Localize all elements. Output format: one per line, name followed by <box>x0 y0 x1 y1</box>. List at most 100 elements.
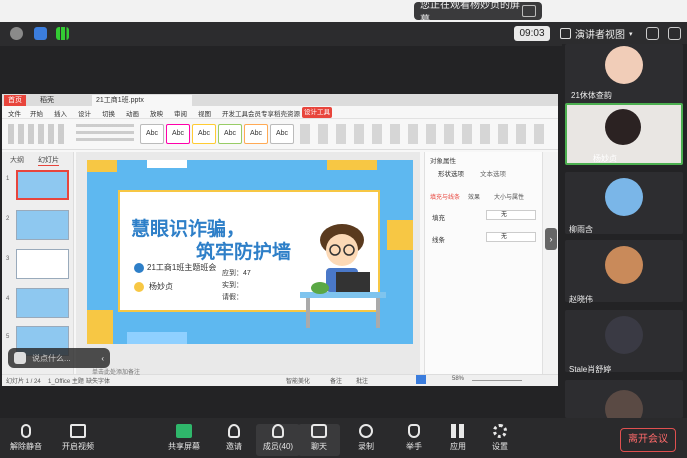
presenter-view-toggle[interactable]: 演讲者视图 ▾ <box>560 26 633 41</box>
wps-tab-bar <box>2 94 558 106</box>
settings-button[interactable]: 设置 <box>478 424 522 456</box>
tab-pptx-file[interactable]: 21工商1班.pptx <box>92 95 192 106</box>
props-line-select[interactable]: 无 <box>486 232 536 242</box>
ribbon-tab-file[interactable]: 文件 <box>8 108 21 118</box>
ribbon-tab-insert[interactable]: 插入 <box>54 108 67 118</box>
start-video-button[interactable]: 开启视频 <box>56 424 100 456</box>
info-icon[interactable] <box>10 27 23 40</box>
slide-thumbnail-1[interactable] <box>16 170 69 200</box>
zoom-slider[interactable] <box>472 380 522 381</box>
ribbon-tab-design-tools[interactable]: 设计工具 <box>302 107 332 118</box>
status-missing-font[interactable]: 缺失字体 <box>86 376 110 385</box>
record-icon <box>359 424 373 438</box>
status-add-note[interactable]: 单击此处添加备注 <box>92 367 140 376</box>
ribbon-tab-transition[interactable]: 切换 <box>102 108 115 118</box>
ribbon-tab-animation[interactable]: 动画 <box>126 108 139 118</box>
chat-placeholder: 说点什么... <box>32 353 71 363</box>
participant-tile[interactable]: 21休体查韵 <box>565 44 683 106</box>
chat-input-bar[interactable]: 说点什么... ‹ <box>8 348 110 368</box>
participant-tile[interactable]: Stale肖舒婷 <box>565 310 683 374</box>
slide-thumbnail-2[interactable] <box>16 210 69 240</box>
meeting-window: 您正在观看杨妙贞的屏幕 09:03 演讲者视图 ▾ 首页 稻壳 21工商1班.p… <box>0 0 687 458</box>
props-tab-text[interactable]: 文本选项 <box>480 168 506 178</box>
meeting-timer: 09:03 <box>514 26 550 41</box>
shape-style-6[interactable]: Abc <box>270 124 294 144</box>
window-icon[interactable] <box>668 27 681 40</box>
slide-thumbnail-3[interactable] <box>16 249 69 279</box>
collapse-panel-icon[interactable]: › <box>545 228 557 250</box>
status-smart-beautify[interactable]: 智能美化 <box>286 376 310 385</box>
participant-name: 杨妙贞 <box>593 154 617 163</box>
ribbon-tab-slideshow[interactable]: 放映 <box>150 108 163 118</box>
props-fill-select[interactable]: 无 <box>486 210 536 220</box>
props-fill-label: 填充 <box>432 215 445 222</box>
share-screen-icon <box>176 424 192 438</box>
presenter-view-label: 演讲者视图 <box>575 30 625 41</box>
props-tab-shape[interactable]: 形状选项 <box>438 168 464 178</box>
ribbon-tab-view[interactable]: 视图 <box>198 108 211 118</box>
screen-icon[interactable] <box>522 5 536 17</box>
props-side-toolbar[interactable] <box>542 152 558 374</box>
raise-hand-button[interactable]: 举手 <box>392 424 436 456</box>
props-line-label: 线条 <box>432 237 445 244</box>
participant-name: 21休体查韵 <box>571 91 612 100</box>
participant-tile[interactable]: 赵晓伟 <box>565 240 683 304</box>
shape-style-4[interactable]: Abc <box>218 124 242 144</box>
props-subtab-size[interactable]: 大小与属性 <box>494 192 524 201</box>
shape-style-2[interactable]: Abc <box>166 124 190 144</box>
status-comment[interactable]: 批注 <box>356 376 368 385</box>
status-zoom[interactable]: 58% <box>452 376 464 382</box>
slide-class-label: 21工商1班主题班会 <box>147 263 217 272</box>
ribbon-tab-member[interactable]: 会员专享 <box>248 108 274 118</box>
avatar <box>605 46 643 84</box>
avatar <box>605 178 643 216</box>
ribbon-tab-devtools[interactable]: 开发工具 <box>222 108 248 118</box>
arrange-tools-icon[interactable] <box>300 124 550 144</box>
format-tools-icon[interactable] <box>8 124 68 144</box>
play-slideshow-icon[interactable] <box>416 375 426 384</box>
fullscreen-icon[interactable] <box>646 27 659 40</box>
share-screen-button[interactable]: 共享屏幕 <box>162 424 206 456</box>
shield-icon[interactable] <box>34 27 47 40</box>
record-button[interactable]: 录制 <box>344 424 388 456</box>
leave-meeting-button[interactable]: 离开会议 <box>620 428 676 452</box>
invite-button[interactable]: 邀请 <box>212 424 256 456</box>
status-notes[interactable]: 备注 <box>330 376 342 385</box>
cartoon-boy-illustration <box>300 224 386 328</box>
viewing-screen-pill: 您正在观看杨妙贞的屏幕 <box>414 0 542 26</box>
ribbon-tab-docer-res[interactable]: 稻壳资源 <box>274 108 300 118</box>
shape-style-5[interactable]: Abc <box>244 124 268 144</box>
chevron-left-icon[interactable]: ‹ <box>101 354 104 363</box>
avatar <box>605 246 643 284</box>
ribbon-tab-start[interactable]: 开始 <box>30 108 43 118</box>
members-button[interactable]: 成员(40) <box>256 424 300 456</box>
participant-tile-active[interactable]: 杨妙贞 <box>565 103 683 165</box>
participant-name: Stale肖舒婷 <box>569 365 612 374</box>
chat-bubble-icon <box>311 424 327 438</box>
signal-icon[interactable] <box>56 27 69 40</box>
participant-tile[interactable]: 柳雨含 <box>565 172 683 234</box>
mic-icon <box>134 281 144 292</box>
apps-button[interactable]: 应用 <box>436 424 480 456</box>
unmute-button[interactable]: 解除静音 <box>4 424 48 456</box>
shape-style-3[interactable]: Abc <box>192 124 216 144</box>
ribbon-tab-review[interactable]: 审阅 <box>174 108 187 118</box>
stat-leave: 请假： <box>222 294 243 301</box>
slide-thumbnail-4[interactable] <box>16 288 69 318</box>
chat-button[interactable]: 聊天 <box>298 424 340 456</box>
text-tools-icon[interactable] <box>76 124 134 144</box>
tab-outline[interactable]: 大纲 <box>10 155 24 165</box>
tab-slides[interactable]: 幻灯片 <box>38 155 59 166</box>
object-properties-pane <box>424 152 542 374</box>
props-subtab-fill-line[interactable]: 填充与线条 <box>430 192 460 201</box>
tab-docer[interactable]: 稻壳 <box>36 95 58 106</box>
slide-title-line2[interactable]: 筑牢防护墙 <box>196 237 291 264</box>
tab-home[interactable]: 首页 <box>4 95 26 106</box>
layout-icon <box>560 28 571 39</box>
emoji-icon[interactable] <box>14 352 26 364</box>
shape-style-1[interactable]: Abc <box>140 124 164 144</box>
class-icon <box>134 262 144 273</box>
participant-tile[interactable] <box>565 380 683 428</box>
props-subtab-effect[interactable]: 效果 <box>468 192 480 201</box>
ribbon-tab-design[interactable]: 设计 <box>78 108 91 118</box>
